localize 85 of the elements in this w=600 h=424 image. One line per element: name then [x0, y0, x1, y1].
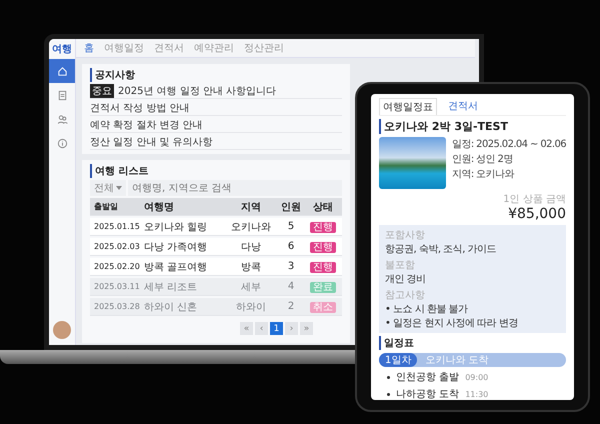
- table-cell-text: 2: [286, 301, 296, 312]
- table-cell-text: 3: [286, 261, 296, 272]
- day-title: 오키나와 도착: [425, 354, 489, 367]
- nav-tab[interactable]: 예약관리: [194, 41, 234, 55]
- table-cell-text: 오키나와 힐링: [144, 220, 208, 234]
- photo-placeholder: [379, 137, 446, 189]
- page-button[interactable]: ‹: [255, 322, 268, 335]
- nav-tab[interactable]: 여행일정: [104, 41, 144, 55]
- section-title: 일정표: [379, 336, 566, 350]
- table-cell-text: 방콕: [240, 260, 262, 274]
- table-cell-text: 2025.01.15: [93, 222, 141, 231]
- table-row[interactable]: 2025.02.20 방콕 골프여행 방콕 3 진행: [90, 258, 342, 276]
- table-cell-text: 하와이 신혼: [144, 300, 198, 314]
- avatar-circle[interactable]: [53, 321, 71, 339]
- bullet-icon: [387, 392, 390, 396]
- price: ¥85,000: [507, 206, 566, 222]
- status-badge: 진행: [310, 242, 336, 252]
- panel-title: 여행 리스트: [90, 164, 342, 178]
- section-label: 불포함: [385, 259, 416, 272]
- section-text: • 일정은 현지 사정에 따라 변경: [385, 317, 519, 330]
- table-cell-text: 2025.03.28: [93, 302, 141, 311]
- people-icon: [56, 114, 68, 124]
- column-header: 지역: [240, 200, 262, 214]
- price-label: 1인 상품 금액: [502, 193, 566, 206]
- table-cell-text: 다낭: [240, 240, 262, 254]
- table-cell-text: 세부 리조트: [144, 280, 198, 294]
- table-cell-text: 오키나와: [230, 220, 272, 234]
- panel-title: 공지사항: [90, 68, 342, 82]
- nav-tab[interactable]: 정산관리: [244, 41, 284, 55]
- table-row[interactable]: 2025.01.15 오키나와 힐링 오키나와 5 진행: [90, 218, 342, 236]
- table-cell-text: 다낭 가족여행: [144, 240, 208, 254]
- column-header: 인원: [280, 200, 302, 214]
- table-cell-text: 4: [286, 281, 296, 292]
- nav-tab[interactable]: 견적서: [154, 41, 184, 55]
- day-badge: 1일차: [379, 353, 418, 367]
- tab[interactable]: 견적서: [445, 98, 481, 115]
- column-header: 출발일: [93, 201, 119, 212]
- info-text: 지역: 오키나와: [452, 168, 516, 181]
- tab[interactable]: 여행일정표: [379, 98, 437, 115]
- status-badge: 완료: [310, 282, 336, 292]
- notice-link[interactable]: 2025년 여행 일정 안내 사항입니다: [118, 84, 276, 98]
- page-button[interactable]: »: [300, 322, 313, 335]
- info-icon: [56, 138, 68, 148]
- info-text: 인원: 성인 2명: [452, 153, 514, 166]
- column-header: 여행명: [144, 200, 175, 214]
- page-button[interactable]: 1: [270, 322, 283, 335]
- table-row[interactable]: 2025.02.03 다낭 가족여행 다낭 6 진행: [90, 238, 342, 256]
- section-text: • 노쇼 시 환불 불가: [385, 303, 469, 316]
- schedule-item: 인천공항 출발: [396, 371, 460, 384]
- nav-tab[interactable]: 홈: [84, 41, 94, 55]
- column-header: 상태: [312, 200, 334, 214]
- home-icon: [56, 66, 68, 76]
- section-text: 개인 경비: [385, 273, 427, 286]
- notice-badge: 중요: [90, 84, 114, 98]
- document-icon: [56, 90, 68, 100]
- status-badge: 진행: [310, 262, 336, 272]
- search-field[interactable]: 여행명, 지역으로 검색: [128, 180, 342, 196]
- schedule-time: 11:30: [465, 390, 488, 398]
- info-text: 일정: 2025.02.04 ~ 02.06: [452, 138, 566, 151]
- notice-link[interactable]: 견적서 작성 방법 안내: [90, 101, 190, 115]
- table-cell-text: 방콕 골프여행: [144, 260, 208, 274]
- filter-dropdown[interactable]: 전체: [90, 180, 126, 196]
- bullet-icon: [387, 376, 390, 378]
- page-button[interactable]: «: [240, 322, 253, 335]
- schedule-item: 나하공항 도착: [396, 388, 460, 400]
- notice-link[interactable]: 정산 일정 안내 및 유의사항: [90, 135, 213, 149]
- table-cell-text: 하와이: [235, 300, 267, 314]
- sidebar-item[interactable]: [49, 59, 75, 83]
- section-label: 참고사항: [385, 289, 426, 302]
- table-cell-text: 5: [286, 221, 296, 232]
- page-button[interactable]: ›: [285, 322, 298, 335]
- table-cell-text: 세부: [240, 280, 262, 294]
- logo: 여행: [52, 43, 72, 57]
- notice-link[interactable]: 예약 확정 절차 변경 안내: [90, 118, 203, 132]
- table-cell-text: 2025.03.11: [93, 282, 141, 291]
- status-badge: 진행: [310, 222, 336, 232]
- section-text: 항공권, 숙박, 조식, 가이드: [385, 243, 498, 256]
- section-label: 포함사항: [385, 229, 426, 242]
- trip-title: 오키나와 2박 3일-TEST: [379, 119, 566, 134]
- schedule-time: 09:00: [465, 372, 488, 382]
- table-cell-text: 2025.02.03: [93, 242, 141, 251]
- table-cell-text: 6: [286, 241, 296, 252]
- table-cell-text: 2025.02.20: [93, 262, 141, 271]
- status-badge: 취소: [310, 302, 336, 312]
- caret-icon: [116, 186, 122, 190]
